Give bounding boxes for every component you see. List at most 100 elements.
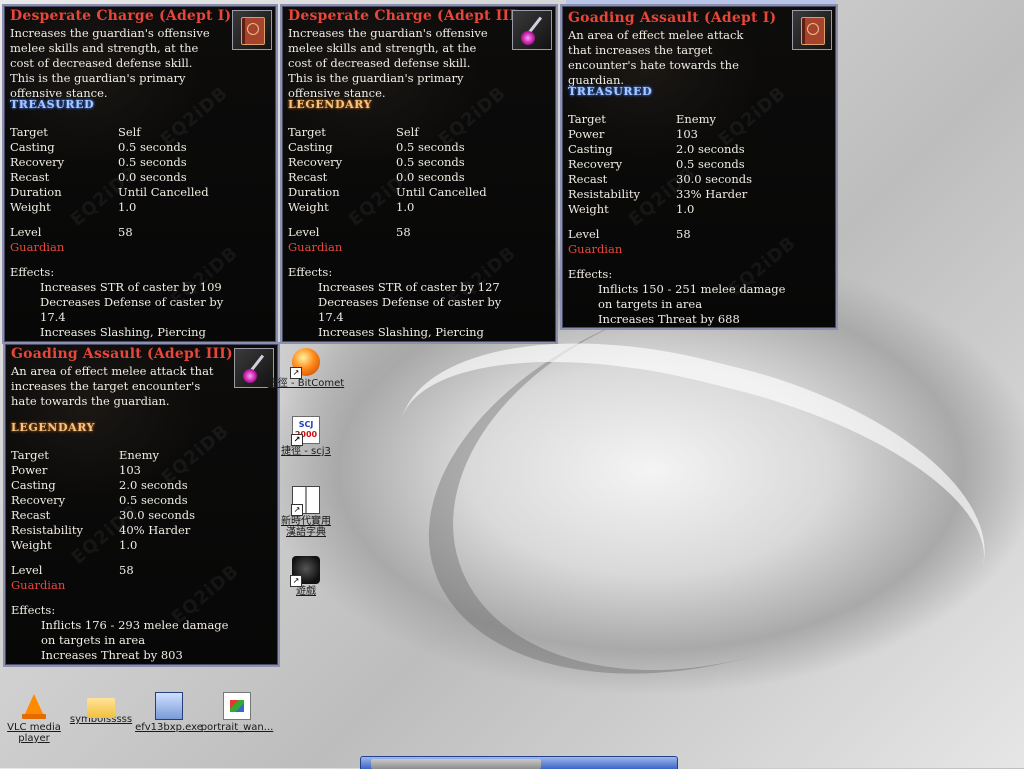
spell-description: An area of effect melee attack that incr…	[11, 364, 214, 408]
stat-value: Self	[118, 125, 141, 139]
level-row: Level 58	[10, 225, 133, 240]
spell-title: Desperate Charge (Adept I)	[10, 8, 232, 24]
game-icon	[290, 556, 320, 587]
level-value: 58	[118, 225, 133, 239]
stat-row: Duration Until Cancelled	[288, 185, 508, 200]
stat-label: Power	[568, 127, 605, 141]
stat-value: Enemy	[676, 112, 717, 126]
stat-row: Casting 2.0 seconds	[11, 478, 231, 493]
stat-value: 1.0	[676, 202, 695, 216]
stat-value: 103	[676, 127, 698, 141]
stat-value: 2.0 seconds	[119, 478, 188, 492]
stat-row: Recovery 0.5 seconds	[288, 155, 508, 170]
taskbar[interactable]	[360, 756, 678, 769]
spell-title: Goading Assault (Adept III)	[11, 346, 233, 362]
stat-row: Recast 30.0 seconds	[568, 172, 788, 187]
stat-row: Power 103	[11, 463, 231, 478]
stat-row: Power 103	[568, 127, 788, 142]
stat-row: Resistability 33% Harder	[568, 187, 788, 202]
level-label: Level	[568, 227, 600, 241]
stat-row: Recast 0.0 seconds	[10, 170, 230, 185]
stat-row: Weight 1.0	[11, 538, 231, 553]
stat-value: 33% Harder	[676, 187, 748, 201]
stat-row: Resistability 40% Harder	[11, 523, 231, 538]
stat-label: Target	[288, 125, 326, 139]
rarity-label: TREASURED	[568, 85, 653, 98]
stat-label: Casting	[288, 140, 333, 154]
level-label: Level	[11, 563, 43, 577]
stat-value: 40% Harder	[119, 523, 191, 537]
stat-label: Target	[568, 112, 606, 126]
effect-line: Increases Slashing, Piercing and Crushin…	[318, 325, 487, 342]
stat-value: 30.0 seconds	[119, 508, 196, 522]
desktop-icon-scj3[interactable]: SCJ2000 捷徑 - scj3	[266, 416, 346, 457]
class-label: Guardian	[10, 240, 65, 254]
stat-label: Duration	[10, 185, 62, 199]
stat-row: Target Self	[288, 125, 508, 140]
level-row: Level 58	[11, 563, 134, 578]
stat-label: Recast	[11, 508, 51, 522]
desktop-icon-label: VLC media player	[7, 722, 61, 744]
stat-value: 30.0 seconds	[676, 172, 753, 186]
effects-heading: Effects:	[568, 267, 613, 281]
desktop-icon-dictionary[interactable]: 新時代實用漢語字典	[266, 486, 346, 538]
effect-line: Inflicts 150 - 251 melee damage on targe…	[598, 282, 786, 311]
stat-row: Recovery 0.5 seconds	[10, 155, 230, 170]
stat-label: Recovery	[10, 155, 65, 169]
vlc-icon	[20, 692, 48, 720]
magic-wand-icon	[512, 10, 552, 50]
stat-label: Recast	[10, 170, 50, 184]
stat-row: Casting 0.5 seconds	[288, 140, 508, 155]
stat-label: Recast	[568, 172, 608, 186]
effects-list: Inflicts 176 - 293 melee damage on targe…	[41, 618, 241, 663]
spell-book-icon	[792, 10, 832, 50]
stat-label: Recovery	[11, 493, 66, 507]
spell-tooltip-desperate-charge-adept-1: EQ2iDB EQ2iDB EQ2iDB Desperate Charge (A…	[2, 4, 278, 344]
effect-line: Decreases Defense of caster by 17.4	[40, 295, 224, 324]
rarity-label: LEGENDARY	[11, 421, 96, 434]
spell-stats: Target Self Casting 0.5 seconds Recovery 0.…	[10, 125, 230, 215]
level-value: 58	[396, 225, 411, 239]
exe-icon	[155, 692, 183, 720]
stat-value: 103	[119, 463, 141, 477]
spell-description: Increases the guardian's offensive melee…	[10, 26, 210, 100]
desktop-icon-label: 捷徑 - scj3	[281, 446, 331, 457]
stat-label: Weight	[10, 200, 51, 214]
spell-description: An area of effect melee attack that incr…	[568, 28, 744, 87]
desktop-icon-bitcomet[interactable]: 捷徑 - BitComet	[266, 348, 346, 389]
stat-value: Self	[396, 125, 419, 139]
level-row: Level 58	[568, 227, 691, 242]
stat-label: Duration	[288, 185, 340, 199]
rarity-label: LEGENDARY	[288, 98, 373, 111]
stat-label: Casting	[11, 478, 56, 492]
stat-value: 1.0	[119, 538, 138, 552]
stat-label: Weight	[288, 200, 329, 214]
desktop-icon-label: portrait_wan...	[200, 722, 274, 733]
spell-stats: Target Enemy Power 103 Casting 2.0 seconds …	[11, 448, 231, 553]
desktop-icon-label: 遊戲	[296, 586, 316, 597]
stat-label: Weight	[11, 538, 52, 552]
desktop-icon-portrait[interactable]: portrait_wan...	[197, 692, 277, 733]
stat-row: Recast 30.0 seconds	[11, 508, 231, 523]
spell-tooltip-desperate-charge-adept-3: EQ2iDB EQ2iDB EQ2iDB Desperate Charge (A…	[280, 4, 558, 344]
stat-label: Resistability	[11, 523, 83, 537]
effect-line: Increases Threat by 803	[41, 648, 183, 662]
effects-list: Increases STR of caster by 127 Decreases…	[318, 280, 518, 342]
stat-value: 0.0 seconds	[396, 170, 465, 184]
stat-label: Recast	[288, 170, 328, 184]
bitcomet-icon	[290, 348, 320, 379]
stat-row: Weight 1.0	[568, 202, 788, 217]
stat-row: Recast 0.0 seconds	[288, 170, 508, 185]
stat-row: Casting 2.0 seconds	[568, 142, 788, 157]
stat-label: Recovery	[568, 157, 623, 171]
desktop-icon-label: 捷徑 - BitComet	[267, 378, 345, 389]
effects-list: Increases STR of caster by 109 Decreases…	[40, 280, 240, 342]
stat-row: Weight 1.0	[10, 200, 230, 215]
level-label: Level	[10, 225, 42, 239]
stat-value: Enemy	[119, 448, 160, 462]
stat-value: 0.5 seconds	[676, 157, 745, 171]
stat-value: 0.5 seconds	[118, 155, 187, 169]
effects-heading: Effects:	[288, 265, 333, 279]
desktop-icon-games[interactable]: 遊戲	[266, 556, 346, 597]
dictionary-icon	[291, 486, 320, 516]
